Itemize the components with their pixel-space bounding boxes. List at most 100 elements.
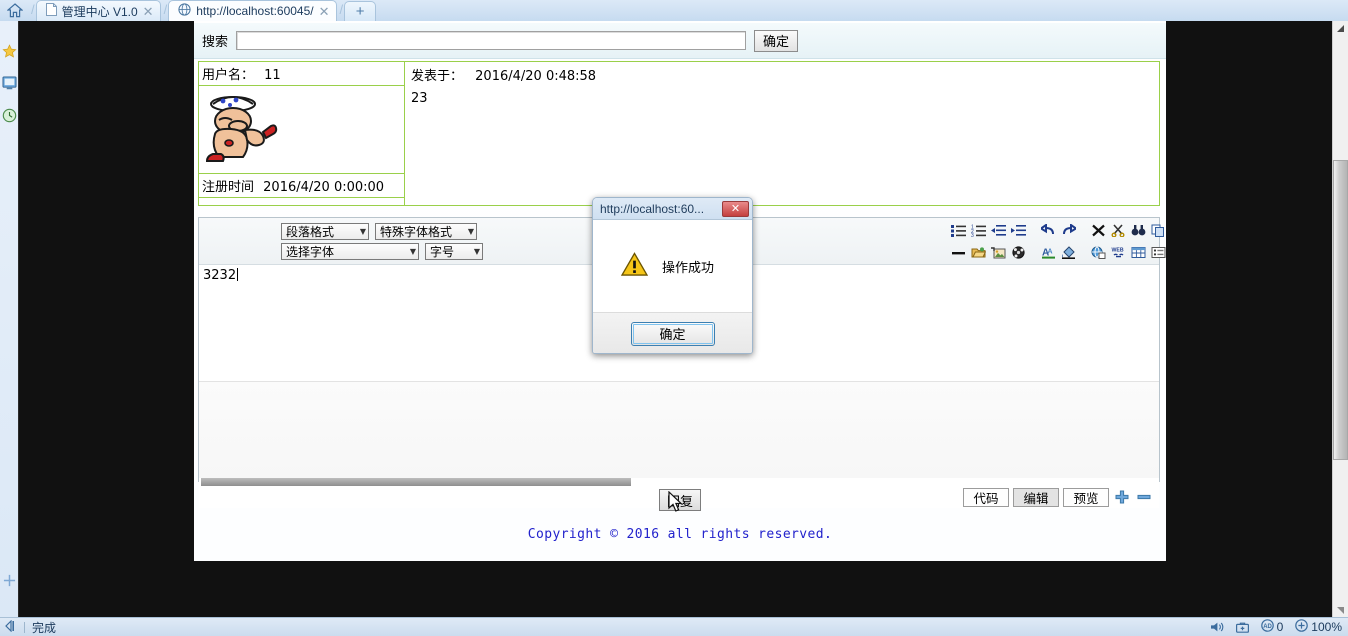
- post-card: 用户名： 11 注册时间 2016/4/20 0:00:00 发表于： 2016…: [198, 61, 1160, 206]
- status-text: 完成: [32, 620, 57, 635]
- close-icon[interactable]: ✕: [143, 5, 154, 18]
- browser-tab-label: http://localhost:60045/: [196, 4, 314, 18]
- collapse-panel-icon[interactable]: [4, 619, 17, 635]
- zoom-icon: [1295, 619, 1309, 635]
- post-author-panel: 用户名： 11 注册时间 2016/4/20 0:00:00: [199, 62, 405, 205]
- text-caret: [237, 268, 239, 281]
- insert-table-icon[interactable]: [1129, 243, 1147, 261]
- scrollbar-thumb[interactable]: [1333, 160, 1348, 460]
- username-row: 用户名： 11: [199, 62, 404, 86]
- numbered-list-icon[interactable]: 123: [969, 221, 987, 239]
- font-size-label: 字号: [430, 244, 455, 259]
- dialog-ok-button[interactable]: 确定: [630, 321, 715, 346]
- speaker-icon[interactable]: [1210, 621, 1224, 633]
- insert-link-icon[interactable]: [1089, 243, 1107, 261]
- insert-media-icon[interactable]: [1009, 243, 1027, 261]
- insert-form-icon[interactable]: [1149, 243, 1166, 261]
- username-value: 11: [264, 68, 281, 83]
- close-icon[interactable]: ✕: [319, 5, 330, 18]
- paragraph-format-select[interactable]: 段落格式 ▼: [281, 222, 369, 240]
- editor-horizontal-scrollbar[interactable]: [199, 478, 1159, 486]
- scroll-down-arrow-icon[interactable]: [1333, 603, 1348, 618]
- search-input[interactable]: [236, 31, 747, 50]
- chevron-down-icon: ▼: [467, 226, 474, 236]
- special-font-format-select[interactable]: 特殊字体格式 ▼: [375, 222, 477, 240]
- browser-status-bar: 完成 AD 0 100%: [0, 617, 1348, 636]
- screen-icon[interactable]: [0, 67, 18, 99]
- chevron-down-icon: ▼: [473, 246, 480, 256]
- status-divider: [24, 621, 25, 633]
- scroll-up-arrow-icon[interactable]: [1333, 21, 1348, 36]
- background-color-icon[interactable]: [1059, 243, 1077, 261]
- open-folder-icon[interactable]: [969, 243, 987, 261]
- redo-icon[interactable]: [1059, 221, 1077, 239]
- find-binoculars-icon[interactable]: [1129, 221, 1147, 239]
- alert-dialog: http://localhost:60... ✕ 操作成功 确定: [592, 197, 753, 354]
- history-clock-icon[interactable]: [0, 99, 18, 131]
- tab-separator: /: [163, 2, 168, 17]
- browser-tab-0[interactable]: 管理中心 V1.0 ✕: [35, 0, 161, 21]
- tab-separator: /: [31, 2, 35, 17]
- cut-scissors-icon[interactable]: [1109, 221, 1127, 239]
- bullet-list-icon[interactable]: [949, 221, 967, 239]
- svg-text:A: A: [1047, 248, 1052, 255]
- svg-text:WEB: WEB: [1111, 247, 1123, 253]
- search-submit-button[interactable]: 确定: [754, 29, 799, 52]
- dialog-message: 操作成功: [662, 260, 715, 276]
- chevron-down-icon: ▼: [359, 226, 366, 236]
- insert-image-icon[interactable]: [989, 243, 1007, 261]
- browser-tab-1[interactable]: http://localhost:60045/ ✕: [168, 0, 337, 21]
- undo-icon[interactable]: [1039, 221, 1057, 239]
- search-label: 搜索: [202, 35, 229, 50]
- outdent-icon[interactable]: [989, 221, 1007, 239]
- paragraph-format-label: 段落格式: [286, 224, 335, 239]
- toolbox-icon[interactable]: [1235, 621, 1249, 633]
- new-tab-button[interactable]: +: [344, 1, 377, 21]
- tab-separator: /: [339, 2, 344, 17]
- favorites-star-icon[interactable]: [0, 35, 18, 67]
- svg-text:3: 3: [971, 233, 974, 237]
- close-icon[interactable]: ✕: [722, 200, 749, 217]
- reply-button-wrapper: 回复: [194, 489, 1166, 511]
- avatar: [199, 86, 404, 174]
- adblock-icon: AD: [1260, 619, 1274, 635]
- editor-lower-pane: [199, 382, 1159, 478]
- editor-toolbar-row-1: 123: [949, 221, 1166, 239]
- font-family-label: 选择字体: [286, 244, 335, 259]
- editor-content-text: 3232: [203, 268, 237, 283]
- post-content: 23: [411, 91, 428, 107]
- dialog-title-bar[interactable]: http://localhost:60... ✕: [593, 198, 752, 220]
- register-time-label: 注册时间: [202, 180, 255, 195]
- indent-icon[interactable]: [1009, 221, 1027, 239]
- font-size-select[interactable]: 字号 ▼: [425, 242, 483, 260]
- zoom-level: 100%: [1311, 620, 1342, 634]
- register-time-value: 2016/4/20 0:00:00: [263, 180, 385, 195]
- username-label: 用户名：: [202, 68, 255, 83]
- adblock-counter[interactable]: AD 0: [1260, 619, 1284, 635]
- delete-x-icon[interactable]: [1089, 221, 1107, 239]
- adblock-count: 0: [1276, 620, 1284, 634]
- font-family-select[interactable]: 选择字体 ▼: [281, 242, 419, 260]
- zoom-control[interactable]: 100%: [1295, 619, 1342, 635]
- browser-tab-strip: / 管理中心 V1.0 ✕ / http://localhost:60045/ …: [0, 0, 1348, 22]
- warning-triangle-icon: [620, 252, 649, 280]
- copy-icon[interactable]: [1149, 221, 1166, 239]
- posted-at-label: 发表于：: [411, 69, 464, 84]
- special-font-format-label: 特殊字体格式: [380, 224, 453, 239]
- dialog-body: 操作成功: [593, 220, 752, 312]
- text-color-icon[interactable]: AA: [1039, 243, 1057, 261]
- home-icon[interactable]: [0, 0, 30, 21]
- browser-tab-label: 管理中心 V1.0: [61, 4, 138, 19]
- horizontal-rule-icon[interactable]: [949, 243, 967, 261]
- posted-at-value: 2016/4/20 0:48:58: [475, 69, 597, 84]
- globe-icon: [178, 3, 191, 19]
- chevron-down-icon: ▼: [409, 246, 416, 256]
- editor-hscroll-thumb[interactable]: [201, 478, 631, 486]
- posted-at-row: 发表于： 2016/4/20 0:48:58: [411, 66, 1153, 88]
- add-panel-icon[interactable]: [0, 564, 18, 596]
- editor-toolbar-row-2: AA WEB XYZ: [949, 243, 1166, 261]
- page-vertical-scrollbar[interactable]: [1332, 21, 1348, 618]
- svg-text:AD: AD: [1263, 624, 1272, 630]
- web-anchor-icon[interactable]: WEB: [1109, 243, 1127, 261]
- reply-button[interactable]: 回复: [659, 489, 701, 511]
